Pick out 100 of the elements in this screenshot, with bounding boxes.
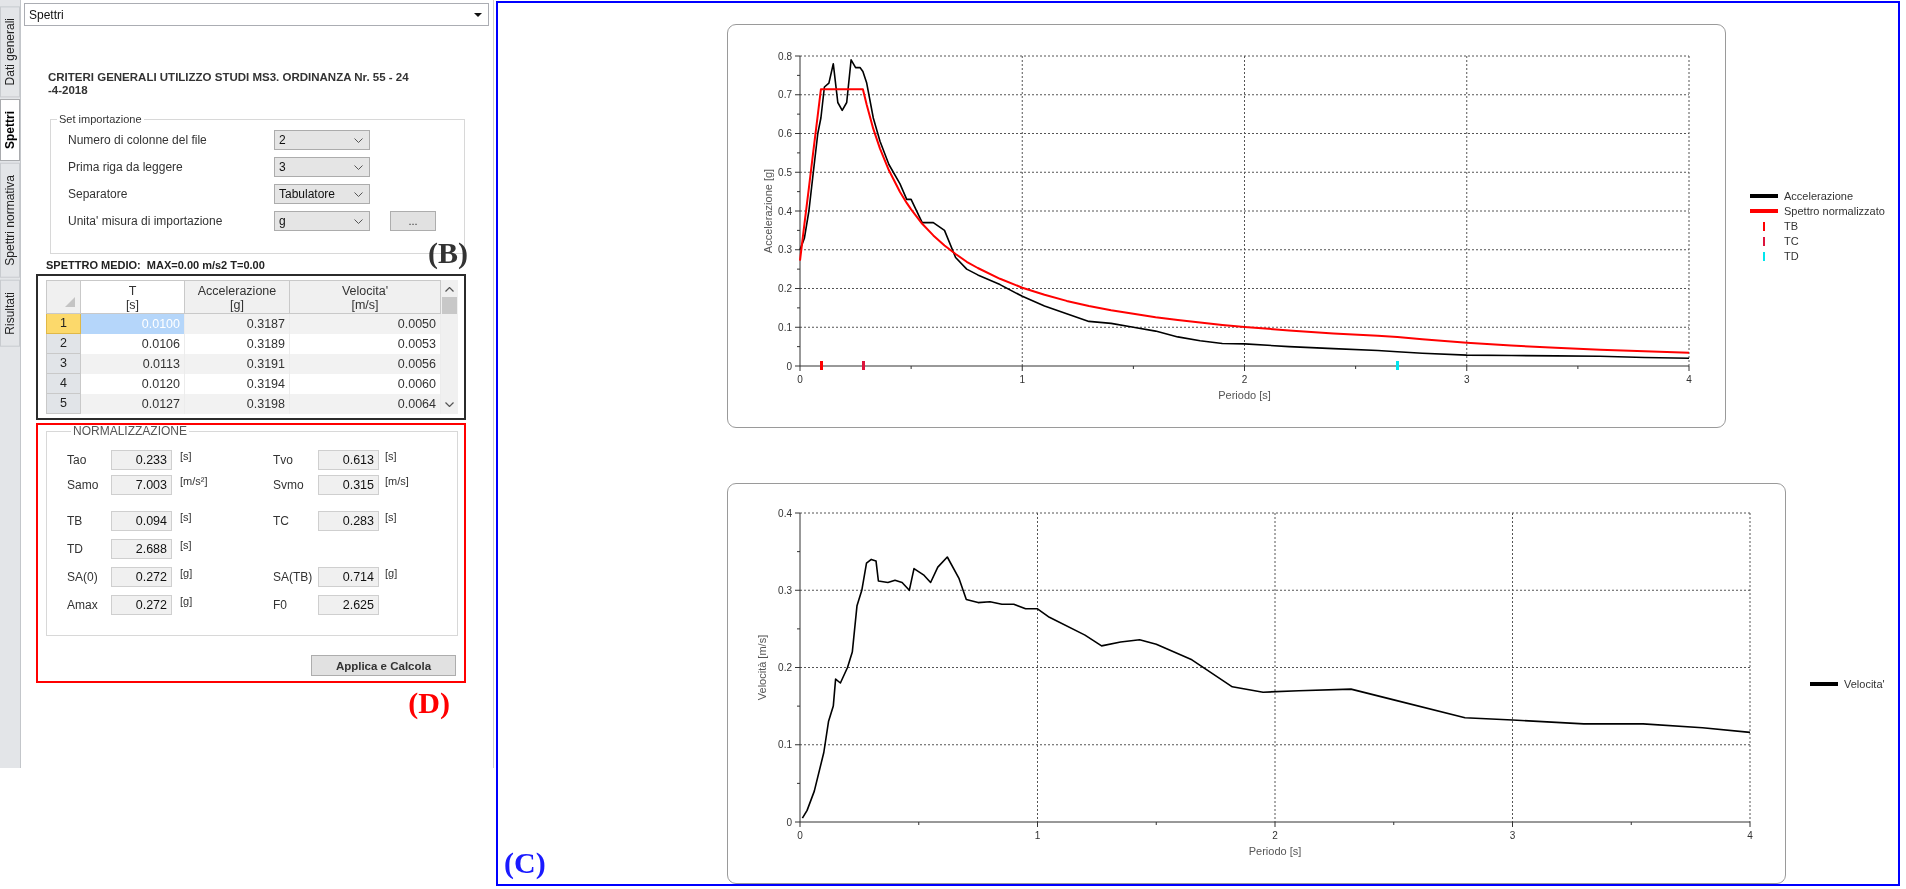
row-header[interactable]: 3 [46,354,81,374]
column-header[interactable]: Accelerazione [g] [185,280,290,314]
tick-label: 0 [797,374,803,385]
row-header[interactable]: 4 [46,374,81,394]
tick-label: 0.2 [778,283,792,294]
table-cell: 0.0064 [290,394,441,414]
field-label: Numero di colonne del file [67,133,207,147]
value-field[interactable]: 0.315 [318,475,379,495]
tick-label: 0 [786,360,792,372]
tick-label: 0.3 [778,584,792,596]
field-label: Tvo [273,453,293,467]
browse-button[interactable]: ... [390,211,436,231]
value-field[interactable]: 0.272 [111,595,172,615]
tick-label: 1 [1019,374,1026,385]
table-cell: 0.3198 [185,394,290,414]
legend-label: TC [1784,235,1799,247]
callout-label: (D) [408,688,450,718]
tick-label: 2 [1241,374,1248,385]
tick-label: 2 [1272,830,1278,841]
row-header[interactable]: 5 [46,394,81,414]
row-header[interactable]: 2 [46,334,81,354]
value-field[interactable]: 0.714 [318,567,379,587]
value-field[interactable]: 0.272 [111,567,172,587]
combo-box[interactable]: g [274,211,370,231]
tick-label: 0.1 [778,321,792,333]
field-label: F0 [273,598,287,612]
value-field[interactable]: 2.688 [111,539,172,559]
group-title: NORMALIZZAZIONE [72,425,188,438]
field-label: TD [67,542,83,556]
chevron-up-icon[interactable] [445,287,454,292]
tab[interactable]: Spettri normativa [0,163,20,279]
unit-label: [g] [385,567,398,580]
unit-label: [s] [180,450,192,463]
field-label: Svmo [273,478,304,492]
chevron-down-icon [354,218,363,224]
combo-box[interactable]: 2 [274,130,370,150]
tab[interactable]: Risultati [0,280,20,347]
legend-label: TB [1784,220,1799,232]
chevron-down-icon [354,164,363,170]
unit-label: [s] [385,511,397,524]
tick-label: 0.2 [778,662,792,673]
field-label: Samo [67,478,99,492]
axis-title: Periodo [s] [1218,389,1271,401]
tab[interactable]: Spettri [0,99,20,162]
axis-title: Accelerazione [g] [762,168,774,254]
scrollbar[interactable] [441,280,458,414]
value-field[interactable]: 0.233 [111,450,172,470]
value-field[interactable]: 0.094 [111,511,172,531]
section-title: CRITERI GENERALI UTILIZZO STUDI MS3. ORDINANZA Nr. 55 - 24 -4-2018 [48,71,409,97]
value-field[interactable]: 0.283 [318,511,379,531]
combo-box[interactable]: Tabulatore [274,184,370,204]
unit-label: [s] [180,511,192,524]
unit-label: [g] [180,567,193,580]
column-header[interactable]: Velocita' [m/s] [290,280,441,314]
combo-box[interactable]: 3 [274,157,370,177]
tick-label: 0.8 [778,50,792,62]
table-cell: 0.0113 [81,354,185,374]
tick-label: 0.5 [778,166,792,178]
select-all-cell[interactable] [46,280,81,314]
chevron-down-icon [354,191,363,197]
table-cell: 0.3187 [185,314,290,334]
tick-label: 1 [1034,830,1041,841]
legend-label: Spettro normalizzato [1784,205,1885,217]
field-label: TC [273,514,289,528]
column-header[interactable]: T [s] [81,280,185,314]
tick-label: 0.4 [778,507,792,519]
tick-label: 4 [1747,830,1753,841]
tick-label: 4 [1686,374,1692,385]
value-field[interactable]: 2.625 [318,595,379,615]
field-label: Tao [67,453,87,467]
tab[interactable]: Dati generali [0,6,20,98]
corner-triangle-icon [65,297,75,307]
tick-label: 0.1 [778,739,792,751]
summary-text: SPETTRO MEDIO: MAX=0.00 m/s2 T=0.00 [46,259,265,272]
table-cell: 0.3191 [185,354,290,374]
legend-label: Velocita' [1844,677,1885,690]
axis-title: Periodo [s] [1248,845,1302,857]
table-cell: 0.0127 [81,394,185,414]
unit-label: [m/s] [385,475,409,488]
group-title: Set importazione [58,113,143,126]
tick-label: 0.7 [778,89,792,101]
tick-label: 0.3 [778,244,792,256]
unit-label: [g] [180,595,193,608]
field-label: Separatore [67,187,128,201]
scrollbar-thumb[interactable] [442,297,457,314]
value-field[interactable]: 7.003 [111,475,172,495]
legend-label: TD [1784,250,1799,262]
field-label: Amax [67,598,98,612]
unit-label: [s] [180,539,192,552]
value-field[interactable]: 0.613 [318,450,379,470]
field-label: Unita' misura di importazione [67,214,223,228]
field-label: TB [67,514,83,528]
apply-calculate-button[interactable]: Applica e Calcola [311,655,456,676]
caret-down-icon [474,12,482,17]
axis-title: Velocità [m/s] [756,634,768,701]
table-cell: 0.0056 [290,354,441,374]
row-header[interactable]: 1 [46,314,81,334]
view-dropdown[interactable]: Spettri [24,3,489,26]
callout-label: (C) [504,848,546,878]
chevron-down-icon[interactable] [445,402,454,407]
